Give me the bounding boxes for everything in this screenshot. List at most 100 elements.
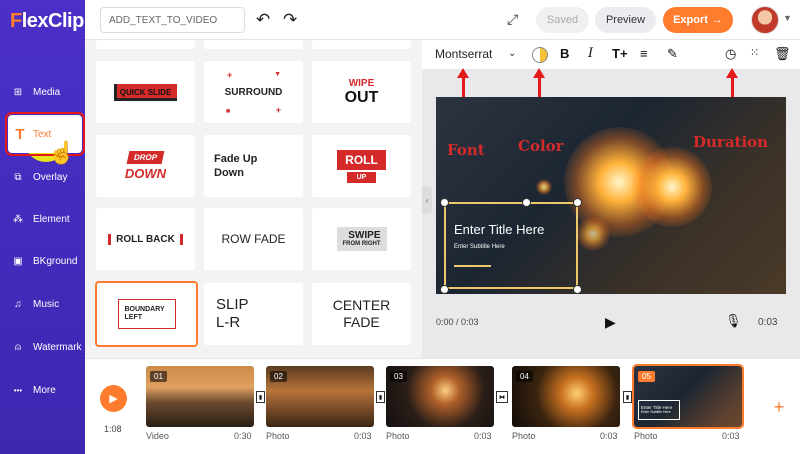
sidebar-item-label: Element <box>33 213 70 225</box>
color-picker[interactable] <box>532 47 548 63</box>
template-label: QUICK SLIDE <box>113 83 178 101</box>
timeline-clip-2[interactable]: 02 <box>266 366 374 427</box>
microphone-icon[interactable]: 🎙 <box>725 313 742 329</box>
export-button[interactable]: Export → <box>663 7 733 33</box>
edit-icon[interactable]: ✎ <box>667 46 678 62</box>
transition-icon[interactable]: ▮ <box>376 391 385 403</box>
preview-button[interactable]: Preview <box>595 7 656 33</box>
saved-button[interactable]: Saved <box>536 7 589 33</box>
timeline-clip-5[interactable]: 05 Enter Title Here Enter Subtitle Here <box>632 364 744 429</box>
template-wipe-out[interactable]: WIPE OUT <box>312 61 411 123</box>
resize-handle[interactable] <box>440 198 449 207</box>
template-swipe-from-right[interactable]: SWIPE FROM RIGHT <box>312 208 411 270</box>
resize-handle[interactable] <box>573 198 582 207</box>
text-templates-panel: QUICK SLIDE + ▼ SURROUND ■ + WIPE OUT DR… <box>85 40 422 358</box>
clip-type: Photo <box>266 431 290 441</box>
text-size-icon[interactable]: T+ <box>612 46 628 61</box>
sidebar-item-label: Overlay <box>33 171 68 183</box>
canvas-title-text[interactable]: Enter Title Here <box>454 222 544 237</box>
avatar[interactable] <box>751 6 779 34</box>
template-label: DROP <box>126 151 165 164</box>
resize-handle[interactable] <box>573 285 582 294</box>
duration-clock-icon[interactable]: ◷ <box>725 46 736 62</box>
font-select[interactable]: Montserrat <box>435 47 492 61</box>
sidebar-item-overlay[interactable]: ⧉ Overlay <box>0 158 85 196</box>
current-time: 0:00 / 0:03 <box>436 317 479 327</box>
sidebar-item-media[interactable]: ⊞ Media <box>0 73 85 111</box>
template-label-top: BOUNDARY <box>124 305 165 313</box>
sidebar-item-bkground[interactable]: ▣ BKground <box>0 242 85 280</box>
annotation-font: Font <box>447 141 485 159</box>
template-fade-up-down[interactable]: Fade Up Down <box>204 135 303 197</box>
template-tile[interactable] <box>312 40 411 49</box>
resize-handle[interactable] <box>522 198 531 207</box>
timeline: ▶ 1:08 01 Video 0:30 ▮ 02 Photo 0:03 ▮ 0… <box>85 358 800 454</box>
template-boundary-left[interactable]: BOUNDARY LEFT <box>95 281 198 347</box>
template-slip-lr[interactable]: SLIP L-R <box>204 283 303 345</box>
export-label: Export <box>673 14 708 26</box>
template-surround[interactable]: + ▼ SURROUND ■ + <box>204 61 303 123</box>
template-tile[interactable] <box>204 40 303 49</box>
template-label: BOUNDARY LEFT <box>117 298 176 330</box>
bold-icon[interactable]: B <box>560 46 569 61</box>
timeline-clip-1[interactable]: 01 <box>146 366 254 427</box>
template-label: DOWN <box>124 166 167 181</box>
sidebar: FlexClip ⊞ Media T Text ☝ ⧉ Overlay ⁂ El… <box>0 0 85 454</box>
sidebar-item-element[interactable]: ⁂ Element <box>0 200 85 238</box>
template-label-bottom: FROM RIGHT <box>342 241 381 248</box>
plus-decoration: + <box>227 70 233 80</box>
clip-number: 05 <box>638 371 655 382</box>
sidebar-item-label: More <box>33 384 56 396</box>
canvas-subtitle-text[interactable]: Enter Subtitle Here <box>454 244 505 250</box>
sidebar-item-label: Music <box>33 298 60 310</box>
template-label: FADE <box>343 314 380 330</box>
redo-icon[interactable]: ↷ <box>283 10 297 30</box>
timeline-clip-3[interactable]: 03 <box>386 366 494 427</box>
align-icon[interactable]: ≡ <box>640 46 648 61</box>
sidebar-item-music[interactable]: ♫ Music <box>0 285 85 323</box>
sidebar-item-watermark[interactable]: ⍝ Watermark <box>0 328 85 366</box>
play-icon[interactable]: ▶ <box>605 314 616 331</box>
clip-duration: 0:03 <box>722 431 740 441</box>
sidebar-item-more[interactable]: ••• More <box>0 371 85 409</box>
project-name-input[interactable]: ADD_TEXT_TO_VIDEO <box>100 7 245 33</box>
transition-icon[interactable]: ▮ <box>623 391 632 403</box>
timeline-play-button[interactable]: ▶ <box>100 385 127 412</box>
grid-icon[interactable]: ⁙ <box>750 46 759 59</box>
watermark-icon: ⍝ <box>15 341 21 353</box>
fullscreen-icon[interactable]: ⤢ <box>507 11 518 28</box>
media-icon: ⊞ <box>13 86 23 98</box>
clip-duration: 0:03 <box>354 431 372 441</box>
template-tile[interactable] <box>96 40 195 49</box>
add-clip-button[interactable]: + <box>769 397 789 417</box>
collapse-panel-button[interactable]: ‹ <box>422 186 432 214</box>
transition-icon[interactable]: ▮ <box>256 391 265 403</box>
transition-icon[interactable]: ⧓ <box>496 391 508 403</box>
annotation-duration: Duration <box>693 133 769 151</box>
template-roll-back[interactable]: ROLL BACK <box>96 208 195 270</box>
clip-duration: 0:03 <box>474 431 492 441</box>
chevron-down-icon[interactable]: ▼ <box>783 13 792 23</box>
bokeh-light <box>536 179 552 195</box>
clip-type: Photo <box>512 431 536 441</box>
total-time: 1:08 <box>104 424 122 434</box>
timeline-clip-4[interactable]: 04 <box>512 366 620 427</box>
background-icon: ▣ <box>13 255 23 267</box>
resize-handle[interactable] <box>440 285 449 294</box>
template-row-fade[interactable]: ROW FADE <box>204 208 303 270</box>
chevron-down-icon[interactable]: ⌄ <box>508 48 516 59</box>
template-roll-up[interactable]: ROLL UP <box>312 135 411 197</box>
template-label: WIPE <box>348 77 375 89</box>
undo-icon[interactable]: ↶ <box>256 10 270 30</box>
italic-icon[interactable]: I <box>588 46 593 61</box>
trash-icon[interactable]: 🗑 <box>774 46 791 62</box>
template-label: L-R <box>216 314 241 331</box>
top-bar: ADD_TEXT_TO_VIDEO ↶ ↷ ⤢ Saved Preview Ex… <box>85 0 800 40</box>
flexclip-logo[interactable]: FlexClip <box>10 10 84 33</box>
logo-text: lexClip <box>21 10 85 32</box>
template-center-fade[interactable]: CENTER FADE <box>312 283 411 345</box>
video-canvas[interactable]: Enter Title Here Enter Subtitle Here <box>436 97 786 294</box>
template-label: ROW FADE <box>221 232 286 246</box>
template-drop-down[interactable]: DROP DOWN <box>96 135 195 197</box>
template-quick-slide[interactable]: QUICK SLIDE <box>96 61 195 123</box>
